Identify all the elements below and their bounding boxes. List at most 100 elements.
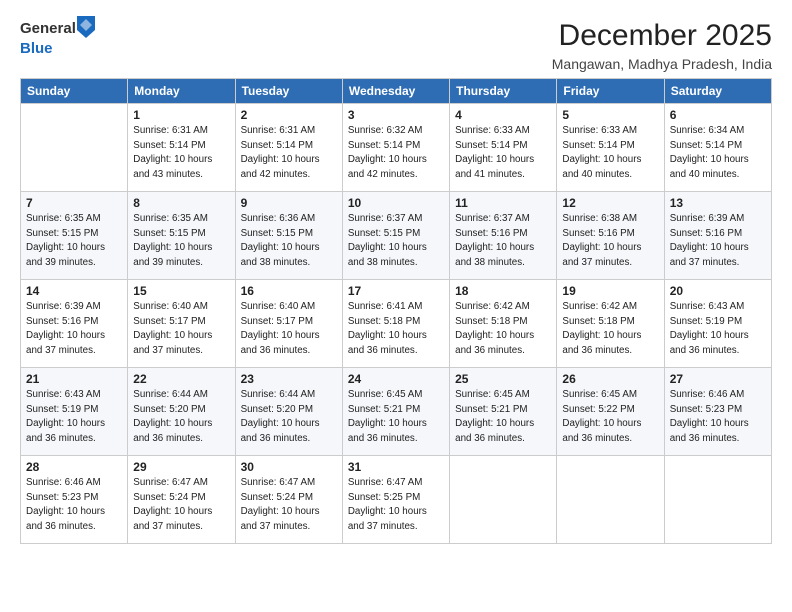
day-number: 10: [348, 196, 444, 210]
day-number: 30: [241, 460, 337, 474]
calendar-cell: 6 Sunrise: 6:34 AMSunset: 5:14 PMDaylight…: [664, 104, 771, 192]
day-info: Sunrise: 6:39 AMSunset: 5:16 PMDaylight:…: [670, 212, 766, 271]
calendar-cell: [450, 456, 557, 544]
column-header-tuesday: Tuesday: [235, 79, 342, 104]
logo-blue-text: Blue: [20, 40, 53, 57]
calendar-cell: 24 Sunrise: 6:45 AMSunset: 5:21 PMDayligh…: [342, 368, 449, 456]
calendar-cell: 4 Sunrise: 6:33 AMSunset: 5:14 PMDaylight…: [450, 104, 557, 192]
calendar-cell: 19Sunrise: 6:42 AMSunset: 5:18 PMDayligh…: [557, 280, 664, 368]
day-info: Sunrise: 6:44 AMSunset: 5:20 PMDaylight:…: [133, 388, 229, 447]
calendar-cell: 30 Sunrise: 6:47 AMSunset: 5:24 PMDayligh…: [235, 456, 342, 544]
calendar-cell: 18Sunrise: 6:42 AMSunset: 5:18 PMDayligh…: [450, 280, 557, 368]
day-info: Sunrise: 6:35 AMSunset: 5:15 PMDaylight:…: [26, 212, 122, 271]
day-number: 2: [241, 108, 337, 122]
day-info: Sunrise: 6:40 AMSunset: 5:17 PMDaylight:…: [133, 300, 229, 359]
day-number: 23: [241, 372, 337, 386]
day-number: 7: [26, 196, 122, 210]
day-info: Sunrise: 6:38 AMSunset: 5:16 PMDaylight:…: [562, 212, 658, 271]
header-row: SundayMondayTuesdayWednesdayThursdayFrid…: [21, 79, 772, 104]
day-info: Sunrise: 6:46 AMSunset: 5:23 PMDaylight:…: [26, 476, 122, 535]
calendar-cell: 16Sunrise: 6:40 AMSunset: 5:17 PMDayligh…: [235, 280, 342, 368]
calendar-cell: 20Sunrise: 6:43 AMSunset: 5:19 PMDayligh…: [664, 280, 771, 368]
column-header-wednesday: Wednesday: [342, 79, 449, 104]
day-info: Sunrise: 6:42 AMSunset: 5:18 PMDaylight:…: [562, 300, 658, 359]
calendar-cell: 11 Sunrise: 6:37 AMSunset: 5:16 PMDayligh…: [450, 192, 557, 280]
week-row-1: 1Sunrise: 6:31 AMSunset: 5:14 PMDaylight…: [21, 104, 772, 192]
column-header-sunday: Sunday: [21, 79, 128, 104]
day-info: Sunrise: 6:31 AMSunset: 5:14 PMDaylight:…: [133, 124, 229, 183]
day-number: 6: [670, 108, 766, 122]
page: General Blue December 2025 Mangawan, Mad…: [0, 0, 792, 612]
calendar-cell: 17 Sunrise: 6:41 AMSunset: 5:18 PMDayligh…: [342, 280, 449, 368]
calendar-cell: 27 Sunrise: 6:46 AMSunset: 5:23 PMDayligh…: [664, 368, 771, 456]
day-number: 3: [348, 108, 444, 122]
calendar-cell: 2 Sunrise: 6:31 AMSunset: 5:14 PMDaylight…: [235, 104, 342, 192]
day-info: Sunrise: 6:41 AMSunset: 5:18 PMDaylight:…: [348, 300, 444, 359]
column-header-friday: Friday: [557, 79, 664, 104]
day-number: 13: [670, 196, 766, 210]
day-info: Sunrise: 6:33 AMSunset: 5:14 PMDaylight:…: [455, 124, 551, 183]
calendar-cell: [21, 104, 128, 192]
day-info: Sunrise: 6:43 AMSunset: 5:19 PMDaylight:…: [26, 388, 122, 447]
column-header-saturday: Saturday: [664, 79, 771, 104]
calendar-cell: 31 Sunrise: 6:47 AMSunset: 5:25 PMDayligh…: [342, 456, 449, 544]
title-block: December 2025 Mangawan, Madhya Pradesh, …: [552, 18, 772, 72]
calendar-cell: [557, 456, 664, 544]
day-number: 11: [455, 196, 551, 210]
day-number: 27: [670, 372, 766, 386]
day-info: Sunrise: 6:45 AMSunset: 5:21 PMDaylight:…: [455, 388, 551, 447]
calendar-cell: 7 Sunrise: 6:35 AMSunset: 5:15 PMDaylight…: [21, 192, 128, 280]
day-info: Sunrise: 6:45 AMSunset: 5:22 PMDaylight:…: [562, 388, 658, 447]
day-number: 25: [455, 372, 551, 386]
day-info: Sunrise: 6:44 AMSunset: 5:20 PMDaylight:…: [241, 388, 337, 447]
day-number: 31: [348, 460, 444, 474]
day-number: 5: [562, 108, 658, 122]
calendar-cell: 13 Sunrise: 6:39 AMSunset: 5:16 PMDayligh…: [664, 192, 771, 280]
calendar-cell: 5Sunrise: 6:33 AMSunset: 5:14 PMDaylight…: [557, 104, 664, 192]
column-header-monday: Monday: [128, 79, 235, 104]
day-number: 28: [26, 460, 122, 474]
day-number: 4: [455, 108, 551, 122]
calendar-cell: 15Sunrise: 6:40 AMSunset: 5:17 PMDayligh…: [128, 280, 235, 368]
calendar-cell: 8 Sunrise: 6:35 AMSunset: 5:15 PMDaylight…: [128, 192, 235, 280]
day-number: 12: [562, 196, 658, 210]
day-number: 20: [670, 284, 766, 298]
calendar-cell: 1Sunrise: 6:31 AMSunset: 5:14 PMDaylight…: [128, 104, 235, 192]
day-info: Sunrise: 6:34 AMSunset: 5:14 PMDaylight:…: [670, 124, 766, 183]
calendar-cell: 26 Sunrise: 6:45 AMSunset: 5:22 PMDayligh…: [557, 368, 664, 456]
logo-general-text: General: [20, 21, 76, 38]
day-info: Sunrise: 6:35 AMSunset: 5:15 PMDaylight:…: [133, 212, 229, 271]
day-info: Sunrise: 6:42 AMSunset: 5:18 PMDaylight:…: [455, 300, 551, 359]
day-info: Sunrise: 6:31 AMSunset: 5:14 PMDaylight:…: [241, 124, 337, 183]
day-info: Sunrise: 6:47 AMSunset: 5:25 PMDaylight:…: [348, 476, 444, 535]
day-number: 22: [133, 372, 229, 386]
subtitle: Mangawan, Madhya Pradesh, India: [552, 56, 772, 72]
logo-icon: [77, 16, 95, 38]
week-row-2: 7 Sunrise: 6:35 AMSunset: 5:15 PMDaylight…: [21, 192, 772, 280]
calendar-cell: [664, 456, 771, 544]
logo: General Blue: [20, 18, 95, 58]
day-number: 21: [26, 372, 122, 386]
day-info: Sunrise: 6:46 AMSunset: 5:23 PMDaylight:…: [670, 388, 766, 447]
calendar-cell: 14Sunrise: 6:39 AMSunset: 5:16 PMDayligh…: [21, 280, 128, 368]
calendar-cell: 29Sunrise: 6:47 AMSunset: 5:24 PMDayligh…: [128, 456, 235, 544]
calendar-cell: 10Sunrise: 6:37 AMSunset: 5:15 PMDayligh…: [342, 192, 449, 280]
day-number: 8: [133, 196, 229, 210]
main-title: December 2025: [552, 18, 772, 54]
calendar-cell: 3Sunrise: 6:32 AMSunset: 5:14 PMDaylight…: [342, 104, 449, 192]
column-header-thursday: Thursday: [450, 79, 557, 104]
day-info: Sunrise: 6:36 AMSunset: 5:15 PMDaylight:…: [241, 212, 337, 271]
day-number: 16: [241, 284, 337, 298]
calendar-cell: 21 Sunrise: 6:43 AMSunset: 5:19 PMDayligh…: [21, 368, 128, 456]
week-row-4: 21 Sunrise: 6:43 AMSunset: 5:19 PMDayligh…: [21, 368, 772, 456]
day-number: 17: [348, 284, 444, 298]
day-info: Sunrise: 6:45 AMSunset: 5:21 PMDaylight:…: [348, 388, 444, 447]
calendar-cell: 12 Sunrise: 6:38 AMSunset: 5:16 PMDayligh…: [557, 192, 664, 280]
calendar-cell: 23 Sunrise: 6:44 AMSunset: 5:20 PMDayligh…: [235, 368, 342, 456]
day-number: 9: [241, 196, 337, 210]
calendar-table: SundayMondayTuesdayWednesdayThursdayFrid…: [20, 78, 772, 544]
day-info: Sunrise: 6:47 AMSunset: 5:24 PMDaylight:…: [241, 476, 337, 535]
day-info: Sunrise: 6:37 AMSunset: 5:16 PMDaylight:…: [455, 212, 551, 271]
day-number: 26: [562, 372, 658, 386]
day-number: 24: [348, 372, 444, 386]
